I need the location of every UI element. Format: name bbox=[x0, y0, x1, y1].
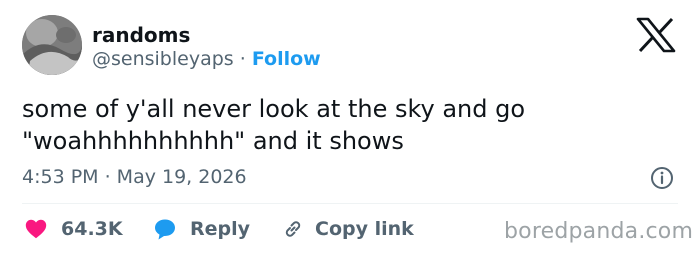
user-handle[interactable]: @sensibleyaps bbox=[92, 48, 234, 70]
like-button[interactable]: 64.3K bbox=[24, 217, 123, 241]
like-count: 64.3K bbox=[61, 218, 123, 240]
avatar-image bbox=[22, 15, 82, 75]
tweet-timestamp[interactable]: 4:53 PM · May 19, 2026 bbox=[22, 166, 247, 188]
copy-link-label: Copy link bbox=[315, 218, 414, 240]
heart-icon bbox=[25, 219, 47, 239]
handle-line: @sensibleyaps · Follow bbox=[92, 48, 321, 70]
info-icon[interactable] bbox=[650, 166, 674, 190]
handle-separator: · bbox=[239, 48, 246, 70]
watermark: boredpanda.com bbox=[504, 219, 694, 244]
divider bbox=[22, 203, 678, 204]
avatar[interactable] bbox=[22, 15, 82, 75]
x-logo-icon[interactable] bbox=[636, 17, 676, 53]
link-icon bbox=[285, 221, 301, 237]
display-name[interactable]: randoms bbox=[92, 23, 190, 47]
reply-label: Reply bbox=[190, 218, 251, 240]
follow-button[interactable]: Follow bbox=[252, 48, 321, 70]
speech-bubble-icon bbox=[155, 219, 175, 240]
copy-link-button[interactable]: Copy link bbox=[281, 217, 414, 241]
reply-button[interactable]: Reply bbox=[153, 217, 250, 241]
tweet-text: some of y'all never look at the sky and … bbox=[22, 95, 526, 155]
